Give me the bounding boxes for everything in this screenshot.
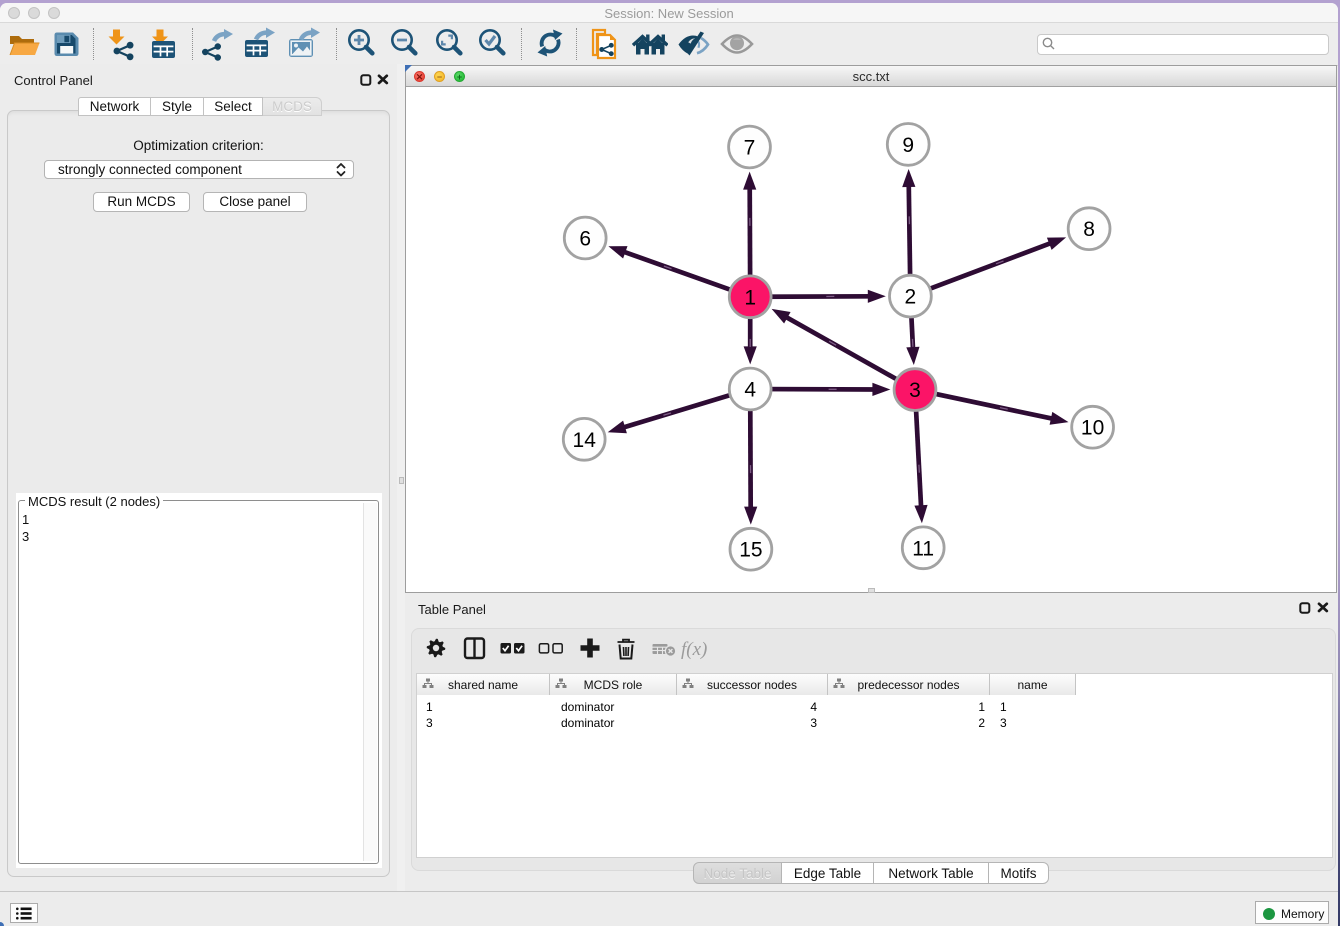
svg-text:8: 8 <box>1083 218 1095 241</box>
svg-text:1: 1 <box>744 286 756 309</box>
svg-text:15: 15 <box>739 539 762 562</box>
svg-text:6: 6 <box>579 228 591 251</box>
svg-text:9: 9 <box>902 134 914 157</box>
svg-text:3: 3 <box>909 379 921 402</box>
svg-text:f(x): f(x) <box>681 639 707 660</box>
svg-text:7: 7 <box>744 137 756 160</box>
svg-text:2: 2 <box>905 286 917 309</box>
svg-text:4: 4 <box>744 379 756 402</box>
svg-text:11: 11 <box>912 537 934 560</box>
svg-text:10: 10 <box>1081 417 1104 440</box>
svg-text:14: 14 <box>573 429 597 452</box>
